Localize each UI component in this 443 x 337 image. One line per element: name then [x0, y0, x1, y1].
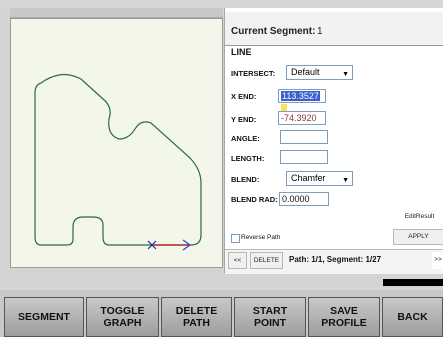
path-status: Path: 1/1, Segment: 1/27 [289, 255, 382, 264]
intersect-select[interactable]: Default ▼ [286, 65, 353, 80]
graph-header [10, 8, 223, 18]
angle-label: ANGLE: [231, 134, 260, 143]
toggle-graph-line2: GRAPH [103, 317, 142, 329]
edit-result-button[interactable]: EditResult [395, 211, 443, 224]
segment-type: LINE [231, 47, 252, 57]
save-profile-line2: PROFILE [321, 317, 367, 329]
delete-path-line1: DELETE [175, 305, 218, 317]
segment-button-label: SEGMENT [18, 311, 70, 323]
toggle-graph-line1: TOGGLE [100, 305, 145, 317]
segment-header: Current Segment: 1 [225, 12, 443, 46]
top-strip [0, 0, 443, 8]
y-end-field[interactable]: -74.3920 [278, 111, 326, 125]
length-label: LENGTH: [231, 154, 265, 163]
delete-path-line2: PATH [182, 317, 211, 329]
segment-button[interactable]: SEGMENT [4, 297, 84, 337]
x-end-label: X END: [231, 92, 257, 101]
x-end-field[interactable]: 113.3527 [278, 89, 326, 114]
prev-segment-button[interactable]: << [228, 252, 247, 269]
delete-segment-button[interactable]: DELETE [250, 252, 283, 269]
chevron-down-icon: ▼ [342, 71, 349, 78]
start-point-line1: START [252, 305, 288, 317]
blend-label: BLEND: [231, 175, 260, 184]
path-graph [34, 73, 202, 251]
current-segment-label: Current Segment: [231, 26, 316, 37]
start-point-button[interactable]: START POINT [234, 297, 306, 337]
toggle-graph-button[interactable]: TOGGLE GRAPH [86, 297, 159, 337]
angle-field[interactable] [280, 130, 328, 144]
y-end-label: Y END: [231, 115, 257, 124]
current-segment-value: 1 [317, 26, 323, 37]
intersect-value: Default [291, 67, 320, 77]
blend-value: Chamfer [291, 173, 326, 183]
blend-select[interactable]: Chamfer ▼ [286, 171, 353, 186]
segment-panel: Current Segment: 1 LINE INTERSECT: Defau… [224, 8, 443, 274]
intersect-label: INTERSECT: [231, 69, 276, 78]
status-bar-black [383, 279, 443, 286]
blend-rad-label: BLEND RAD: [231, 195, 278, 204]
apply-button[interactable]: APPLY [393, 229, 443, 245]
delete-path-button[interactable]: DELETE PATH [161, 297, 232, 337]
x-end-value: 113.3527 [281, 91, 320, 101]
back-button-label: BACK [397, 311, 428, 323]
save-profile-line1: SAVE [330, 305, 358, 317]
reverse-path-label: Reverse Path [241, 234, 281, 241]
reverse-path-checkbox[interactable] [231, 234, 240, 243]
back-button[interactable]: BACK [382, 297, 443, 337]
save-profile-button[interactable]: SAVE PROFILE [308, 297, 380, 337]
chevron-down-icon: ▼ [342, 177, 349, 184]
blend-rad-field[interactable]: 0.0000 [279, 192, 329, 206]
next-segment-button[interactable]: >> [432, 252, 443, 269]
length-field[interactable] [280, 150, 328, 164]
profile-path [34, 73, 202, 246]
path-graph-canvas[interactable] [10, 18, 223, 268]
start-point-line2: POINT [253, 317, 287, 329]
